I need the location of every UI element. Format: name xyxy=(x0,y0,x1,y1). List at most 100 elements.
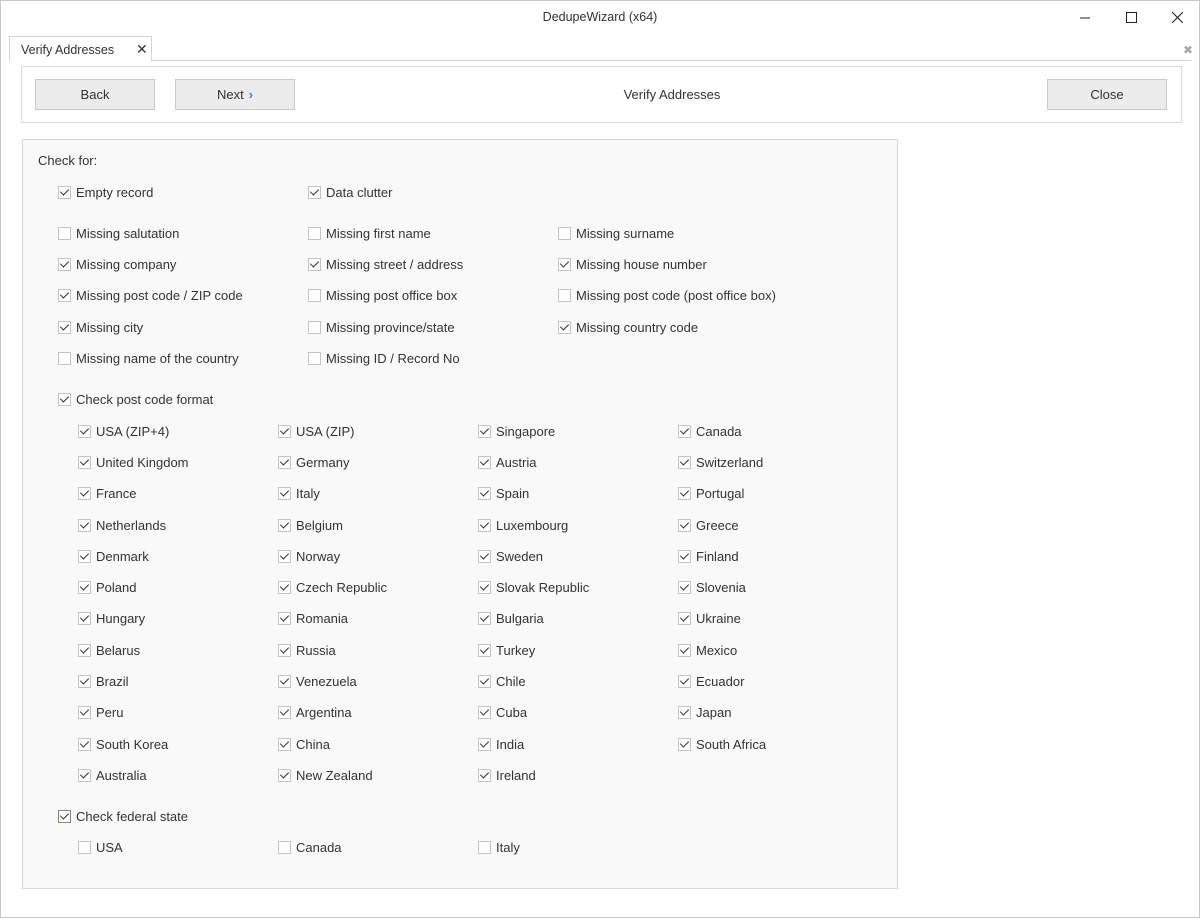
checkbox-unchecked-icon[interactable] xyxy=(478,840,491,854)
checkbox-federal-canada[interactable]: Canada xyxy=(278,838,342,856)
checkbox-checked-icon[interactable] xyxy=(58,809,71,823)
checkbox-checked-icon[interactable] xyxy=(278,486,291,500)
checkbox-unchecked-icon[interactable] xyxy=(308,351,321,365)
checkbox-unchecked-icon[interactable] xyxy=(78,840,91,854)
checkbox-federal-italy[interactable]: Italy xyxy=(478,838,520,856)
checkbox-checked-icon[interactable] xyxy=(78,455,91,469)
checkbox-checked-icon[interactable] xyxy=(58,185,71,199)
checkbox-checked-icon[interactable] xyxy=(278,455,291,469)
checkbox-checked-icon[interactable] xyxy=(478,705,491,719)
checkbox-checked-icon[interactable] xyxy=(78,549,91,563)
checkbox-checked-icon[interactable] xyxy=(78,705,91,719)
checkbox-postcode-luxembourg[interactable]: Luxembourg xyxy=(478,516,568,534)
checkbox-checked-icon[interactable] xyxy=(278,674,291,688)
checkbox-checked-icon[interactable] xyxy=(78,518,91,532)
minimize-button[interactable] xyxy=(1062,1,1108,33)
checkbox-checked-icon[interactable] xyxy=(478,549,491,563)
checkbox-checked-icon[interactable] xyxy=(278,611,291,625)
checkbox-missing-post-code-zip-code[interactable]: Missing post code / ZIP code xyxy=(58,286,243,304)
checkbox-postcode-mexico[interactable]: Mexico xyxy=(678,641,737,659)
checkbox-missing-country-code[interactable]: Missing country code xyxy=(558,318,698,336)
checkbox-checked-icon[interactable] xyxy=(478,486,491,500)
checkbox-postcode-slovak-republic[interactable]: Slovak Republic xyxy=(478,578,589,596)
checkbox-checked-icon[interactable] xyxy=(78,486,91,500)
checkbox-postcode-ukraine[interactable]: Ukraine xyxy=(678,609,741,627)
checkbox-checked-icon[interactable] xyxy=(78,768,91,782)
checkbox-checked-icon[interactable] xyxy=(478,424,491,438)
checkbox-checked-icon[interactable] xyxy=(308,257,321,271)
checkbox-empty-record[interactable]: Empty record xyxy=(58,183,153,201)
checkbox-unchecked-icon[interactable] xyxy=(58,226,71,240)
checkbox-unchecked-icon[interactable] xyxy=(558,288,571,302)
checkbox-checked-icon[interactable] xyxy=(678,455,691,469)
checkbox-postcode-brazil[interactable]: Brazil xyxy=(78,672,129,690)
checkbox-checked-icon[interactable] xyxy=(78,737,91,751)
checkbox-unchecked-icon[interactable] xyxy=(278,840,291,854)
checkbox-missing-company[interactable]: Missing company xyxy=(58,255,176,273)
checkbox-postcode-russia[interactable]: Russia xyxy=(278,641,336,659)
checkbox-postcode-venezuela[interactable]: Venezuela xyxy=(278,672,357,690)
checkbox-checked-icon[interactable] xyxy=(678,674,691,688)
checkbox-postcode-australia[interactable]: Australia xyxy=(78,766,147,784)
checkbox-postcode-united-kingdom[interactable]: United Kingdom xyxy=(78,453,189,471)
checkbox-missing-province-state[interactable]: Missing province/state xyxy=(308,318,455,336)
checkbox-postcode-denmark[interactable]: Denmark xyxy=(78,547,149,565)
checkbox-postcode-poland[interactable]: Poland xyxy=(78,578,136,596)
checkbox-checked-icon[interactable] xyxy=(478,580,491,594)
checkbox-postcode-czech-republic[interactable]: Czech Republic xyxy=(278,578,387,596)
checkbox-missing-salutation[interactable]: Missing salutation xyxy=(58,224,179,242)
back-button[interactable]: Back xyxy=(35,79,155,110)
window-close-button[interactable] xyxy=(1154,1,1200,33)
checkbox-checked-icon[interactable] xyxy=(558,320,571,334)
checkbox-checked-icon[interactable] xyxy=(278,768,291,782)
checkbox-postcode-sweden[interactable]: Sweden xyxy=(478,547,543,565)
checkbox-postcode-belgium[interactable]: Belgium xyxy=(278,516,343,534)
checkbox-checked-icon[interactable] xyxy=(278,424,291,438)
checkbox-postcode-italy[interactable]: Italy xyxy=(278,484,320,502)
checkbox-checked-icon[interactable] xyxy=(278,643,291,657)
checkbox-postcode-greece[interactable]: Greece xyxy=(678,516,739,534)
tab-close-icon[interactable]: ✕ xyxy=(136,41,148,58)
checkbox-postcode-south-africa[interactable]: South Africa xyxy=(678,735,766,753)
checkbox-checked-icon[interactable] xyxy=(78,643,91,657)
next-button[interactable]: Next › xyxy=(175,79,295,110)
checkbox-postcode-netherlands[interactable]: Netherlands xyxy=(78,516,166,534)
checkbox-checked-icon[interactable] xyxy=(478,611,491,625)
checkbox-checked-icon[interactable] xyxy=(278,549,291,563)
checkbox-unchecked-icon[interactable] xyxy=(308,288,321,302)
checkbox-checked-icon[interactable] xyxy=(678,705,691,719)
document-close-icon[interactable]: ✖ xyxy=(1183,43,1193,57)
checkbox-postcode-usa-zip-[interactable]: USA (ZIP) xyxy=(278,422,355,440)
checkbox-checked-icon[interactable] xyxy=(278,518,291,532)
checkbox-checked-icon[interactable] xyxy=(78,674,91,688)
checkbox-postcode-japan[interactable]: Japan xyxy=(678,703,731,721)
checkbox-postcode-spain[interactable]: Spain xyxy=(478,484,529,502)
checkbox-unchecked-icon[interactable] xyxy=(308,320,321,334)
checkbox-checked-icon[interactable] xyxy=(678,518,691,532)
checkbox-checked-icon[interactable] xyxy=(308,185,321,199)
checkbox-checked-icon[interactable] xyxy=(78,611,91,625)
checkbox-postcode-cuba[interactable]: Cuba xyxy=(478,703,527,721)
checkbox-missing-street-address[interactable]: Missing street / address xyxy=(308,255,463,273)
checkbox-checked-icon[interactable] xyxy=(558,257,571,271)
checkbox-unchecked-icon[interactable] xyxy=(58,351,71,365)
checkbox-checked-icon[interactable] xyxy=(478,768,491,782)
checkbox-checked-icon[interactable] xyxy=(678,737,691,751)
checkbox-checked-icon[interactable] xyxy=(678,611,691,625)
checkbox-postcode-switzerland[interactable]: Switzerland xyxy=(678,453,763,471)
checkbox-postcode-ecuador[interactable]: Ecuador xyxy=(678,672,744,690)
checkbox-missing-id-record-no[interactable]: Missing ID / Record No xyxy=(308,349,460,367)
checkbox-checked-icon[interactable] xyxy=(478,674,491,688)
checkbox-postcode-bulgaria[interactable]: Bulgaria xyxy=(478,609,544,627)
checkbox-checked-icon[interactable] xyxy=(678,486,691,500)
checkbox-unchecked-icon[interactable] xyxy=(558,226,571,240)
checkbox-checked-icon[interactable] xyxy=(478,518,491,532)
checkbox-postcode-germany[interactable]: Germany xyxy=(278,453,349,471)
checkbox-postcode-finland[interactable]: Finland xyxy=(678,547,739,565)
checkbox-postcode-turkey[interactable]: Turkey xyxy=(478,641,535,659)
checkbox-postcode-south-korea[interactable]: South Korea xyxy=(78,735,168,753)
checkbox-missing-post-code-post-office-box-[interactable]: Missing post code (post office box) xyxy=(558,286,776,304)
checkbox-checked-icon[interactable] xyxy=(478,643,491,657)
checkbox-postcode-argentina[interactable]: Argentina xyxy=(278,703,352,721)
checkbox-checked-icon[interactable] xyxy=(678,424,691,438)
